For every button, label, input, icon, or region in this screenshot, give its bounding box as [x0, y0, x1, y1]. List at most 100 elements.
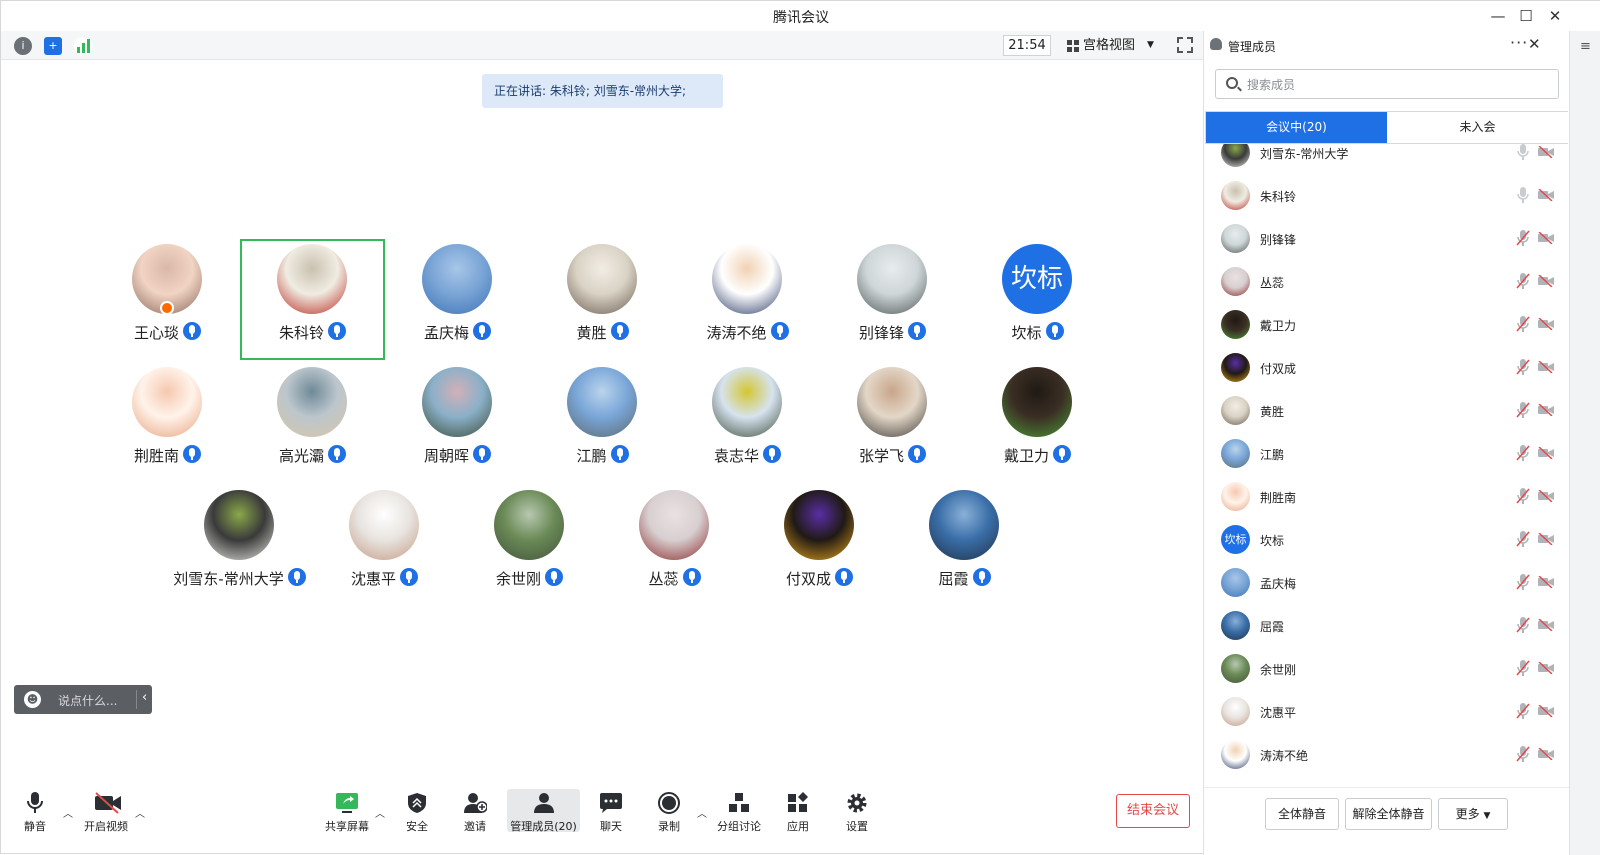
participant-tile[interactable]: 屈霞	[892, 485, 1037, 606]
tab-in-meeting[interactable]: 会议中(20)	[1206, 112, 1387, 143]
breakout-button[interactable]: 分组讨论	[707, 789, 771, 833]
mic-muted-icon[interactable]	[1516, 488, 1530, 504]
mic-muted-icon[interactable]	[1516, 660, 1530, 676]
minimize-icon[interactable]: —	[1485, 5, 1511, 27]
participant-tile[interactable]: 别锋锋	[820, 239, 965, 360]
mic-muted-icon[interactable]	[1516, 531, 1530, 547]
mic-muted-icon[interactable]	[1516, 746, 1530, 762]
chevron-up-icon[interactable]: ︿	[697, 805, 707, 820]
member-row[interactable]: 黄胜	[1204, 389, 1570, 432]
info-icon[interactable]: i	[14, 37, 32, 55]
shield-icon[interactable]: +	[44, 37, 62, 55]
video-off-icon[interactable]	[1538, 748, 1554, 760]
participant-tile[interactable]: 江鹏	[530, 362, 675, 483]
close-panel-icon[interactable]: ✕	[1528, 35, 1541, 53]
mic-muted-icon[interactable]	[1516, 230, 1530, 246]
chat-button[interactable]: 聊天	[579, 789, 643, 833]
chevron-up-icon[interactable]: ︿	[375, 805, 385, 820]
video-off-icon[interactable]	[1538, 275, 1554, 287]
member-row[interactable]: 丛蕊	[1204, 260, 1570, 303]
member-row[interactable]: 坎标 坎标	[1204, 518, 1570, 561]
microphone-icon[interactable]	[1516, 144, 1530, 160]
signal-icon[interactable]	[74, 37, 92, 55]
emoji-icon[interactable]: ☻	[24, 691, 41, 708]
tab-not-joined[interactable]: 未入会	[1387, 112, 1568, 143]
member-row[interactable]: 涛涛不绝	[1204, 733, 1570, 776]
participant-tile[interactable]: 黄胜	[530, 239, 675, 360]
more-button[interactable]: 更多 ▼	[1438, 798, 1508, 830]
video-off-icon[interactable]	[1538, 232, 1554, 244]
video-off-icon[interactable]	[1538, 490, 1554, 502]
participant-tile[interactable]: 周朝晖	[385, 362, 530, 483]
member-row[interactable]: 刘雪东-常州大学	[1204, 144, 1570, 174]
participant-tile[interactable]: 荆胜南	[95, 362, 240, 483]
mute-all-button[interactable]: 全体静音	[1265, 798, 1339, 830]
member-row[interactable]: 戴卫力	[1204, 303, 1570, 346]
video-off-icon[interactable]	[1538, 361, 1554, 373]
participant-tile[interactable]: 坎标 坎标	[965, 239, 1110, 360]
participant-tile[interactable]: 朱科铃	[240, 239, 385, 360]
chevron-left-icon[interactable]: ‹	[142, 690, 147, 705]
mute-button[interactable]: 静音	[3, 789, 67, 833]
member-row[interactable]: 朱科铃	[1204, 174, 1570, 217]
member-row[interactable]: 付双成	[1204, 346, 1570, 389]
member-row[interactable]: 孟庆梅	[1204, 561, 1570, 604]
member-row[interactable]: 沈惠平	[1204, 690, 1570, 733]
video-off-icon[interactable]	[1538, 318, 1554, 330]
video-off-icon[interactable]	[1538, 705, 1554, 717]
video-off-icon[interactable]	[1538, 576, 1554, 588]
manage-members-button[interactable]: 管理成员(20)	[507, 789, 580, 833]
member-list[interactable]: 刘雪东-常州大学 朱科铃 别锋锋 丛蕊 戴卫力 付双成 黄胜 江鹏 荆胜南 坎标 坎标 孟庆梅 屈霞 余世…	[1204, 144, 1570, 788]
record-button[interactable]: 录制	[637, 789, 701, 833]
mic-muted-icon[interactable]	[1516, 703, 1530, 719]
settings-button[interactable]: 设置	[825, 789, 889, 833]
mic-muted-icon[interactable]	[1516, 316, 1530, 332]
member-row[interactable]: 荆胜南	[1204, 475, 1570, 518]
mic-muted-icon[interactable]	[1516, 273, 1530, 289]
member-row[interactable]: 屈霞	[1204, 604, 1570, 647]
participant-tile[interactable]: 张学飞	[820, 362, 965, 483]
chat-bubble-input[interactable]: ☻ 说点什么... ‹	[14, 685, 152, 714]
maximize-icon[interactable]: ☐	[1513, 5, 1539, 27]
video-button[interactable]: 开启视频	[74, 789, 138, 833]
security-button[interactable]: 安全	[385, 789, 449, 833]
grid-view-dropdown[interactable]: 宫格视图 ▼	[1065, 35, 1159, 56]
participant-tile[interactable]: 涛涛不绝	[675, 239, 820, 360]
chevron-up-icon[interactable]: ︿	[135, 805, 145, 820]
member-row[interactable]: 余世刚	[1204, 647, 1570, 690]
mic-muted-icon[interactable]	[1516, 617, 1530, 633]
member-row[interactable]: 江鹏	[1204, 432, 1570, 475]
more-options-icon[interactable]: ···	[1510, 33, 1528, 52]
participant-tile[interactable]: 丛蕊	[602, 485, 747, 606]
microphone-icon[interactable]	[1516, 187, 1530, 203]
chevron-up-icon[interactable]: ︿	[63, 805, 73, 820]
participant-tile[interactable]: 高光灞	[240, 362, 385, 483]
video-off-icon[interactable]	[1538, 619, 1554, 631]
apps-button[interactable]: 应用	[766, 789, 830, 833]
hamburger-menu-icon[interactable]: ≡	[1580, 39, 1591, 54]
participant-tile[interactable]: 沈惠平	[312, 485, 457, 606]
unmute-all-button[interactable]: 解除全体静音	[1345, 798, 1432, 830]
member-row[interactable]: 别锋锋	[1204, 217, 1570, 260]
mic-muted-icon[interactable]	[1516, 574, 1530, 590]
share-screen-button[interactable]: 共享屏幕	[315, 789, 379, 833]
end-meeting-button[interactable]: 结束会议	[1116, 794, 1190, 828]
video-off-icon[interactable]	[1538, 189, 1554, 201]
mic-muted-icon[interactable]	[1516, 359, 1530, 375]
participant-tile[interactable]: 袁志华	[675, 362, 820, 483]
participant-tile[interactable]: 王心琰	[95, 239, 240, 360]
mic-muted-icon[interactable]	[1516, 402, 1530, 418]
participant-tile[interactable]: 刘雪东-常州大学	[167, 485, 312, 606]
video-off-icon[interactable]	[1538, 533, 1554, 545]
participant-tile[interactable]: 余世刚	[457, 485, 602, 606]
participant-tile[interactable]: 孟庆梅	[385, 239, 530, 360]
video-off-icon[interactable]	[1538, 146, 1554, 158]
member-search-input[interactable]: 搜索成员	[1215, 69, 1559, 99]
fullscreen-icon[interactable]	[1177, 37, 1193, 53]
mic-muted-icon[interactable]	[1516, 445, 1530, 461]
video-off-icon[interactable]	[1538, 447, 1554, 459]
video-off-icon[interactable]	[1538, 404, 1554, 416]
participant-tile[interactable]: 付双成	[747, 485, 892, 606]
participant-tile[interactable]: 戴卫力	[965, 362, 1110, 483]
video-off-icon[interactable]	[1538, 662, 1554, 674]
